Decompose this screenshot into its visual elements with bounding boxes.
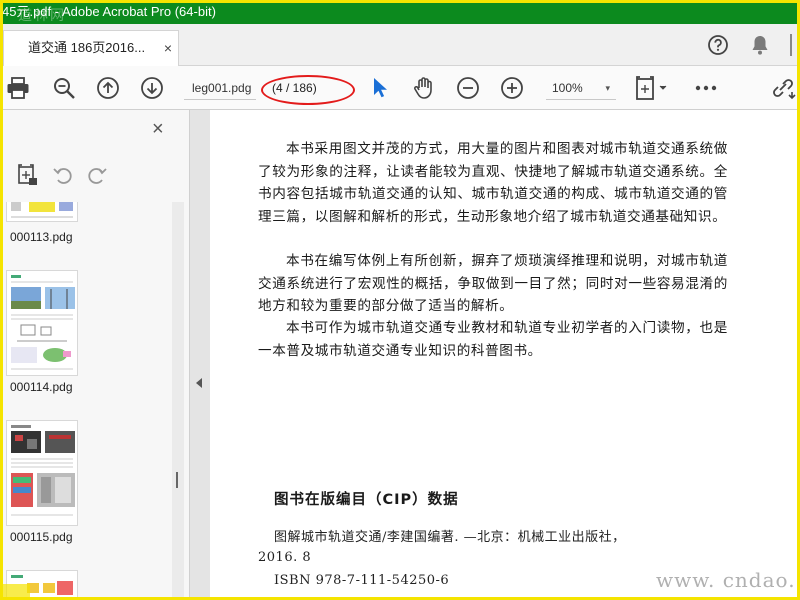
chevron-down-icon: ▾ (605, 83, 610, 93)
close-tab-button[interactable]: × (164, 31, 172, 65)
next-page-icon[interactable] (138, 74, 166, 102)
scroll-grip[interactable] (176, 472, 178, 488)
site-watermark: www. cndao. com (656, 568, 796, 600)
intro-paragraph-3: 本书可作为城市轨道交通专业教材和轨道专业初学者的入门读物，也是一本普及城市轨道交… (258, 320, 728, 359)
close-panel-button[interactable]: × (152, 118, 164, 141)
watermark-text: 道林网 (18, 8, 66, 24)
page-fit-icon[interactable] (634, 74, 670, 102)
file-name-field[interactable]: leg001.pdg (184, 76, 256, 100)
thumbnail-label: 000113.pdg (10, 230, 73, 244)
print-icon[interactable] (4, 74, 32, 102)
thumbnail-toolbar (0, 158, 190, 192)
document-tab-label: 道交通 186页2016... (28, 40, 146, 55)
corner-sticker (0, 584, 30, 600)
zoom-out-search-icon[interactable] (50, 74, 78, 102)
page-thumbnail[interactable] (6, 270, 78, 376)
page-number-field[interactable]: (4 / 186) (264, 76, 342, 100)
zoom-level-value: 100% (552, 81, 583, 95)
zoom-in-icon[interactable] (498, 74, 526, 102)
cip-heading: 图书在版编目（CIP）数据 (274, 492, 459, 508)
rotate-right-icon[interactable] (84, 162, 110, 188)
intro-paragraph-1: 本书采用图文并茂的方式，用大量的图片和图表对城市轨道交通系统做了较为形象的注释，… (258, 141, 728, 225)
window-title-bar: 45元.pdf - Adobe Acrobat Pro (64-bit) 道林网 (0, 0, 800, 24)
previous-page-icon[interactable] (94, 74, 122, 102)
zoom-out-icon[interactable] (454, 74, 482, 102)
collapse-panel-arrow-icon[interactable] (196, 378, 202, 388)
page-thumbnail[interactable] (6, 420, 78, 526)
document-tab[interactable]: 道交通 186页2016... × (3, 30, 179, 66)
page-thumbnail[interactable] (6, 202, 78, 222)
tab-bar: 道交通 186页2016... × (0, 24, 800, 66)
bell-icon[interactable] (748, 33, 772, 57)
thumbnail-list: 000113.pdg 000114.pdg 000115.pdg (0, 202, 172, 600)
hand-tool-icon[interactable] (410, 74, 438, 102)
thumbnail-scrollbar[interactable] (172, 202, 184, 600)
main-toolbar: leg001.pdg (4 / 186) 100% ▾ (0, 66, 800, 110)
page-thumbnails-panel: × 000113.pdg 000114.pdg 000115.pdg (0, 110, 190, 600)
rotate-left-icon[interactable] (50, 162, 76, 188)
cip-citation-line-1: 图解城市轨道交通/李建国编著. —北京：机械工业出版社， (274, 530, 626, 545)
more-options-icon[interactable] (692, 74, 720, 102)
panel-splitter[interactable] (190, 110, 210, 600)
document-page: 本书采用图文并茂的方式，用大量的图片和图表对城市轨道交通系统做了较为形象的注释，… (210, 110, 800, 600)
help-icon[interactable] (706, 33, 730, 57)
cip-citation-line-2: 2016. 8 (258, 550, 312, 565)
insert-page-icon[interactable] (14, 162, 40, 188)
window-edge-divider (784, 33, 798, 57)
thumbnail-label: 000114.pdg (10, 380, 73, 394)
zoom-level-dropdown[interactable]: 100% ▾ (546, 76, 616, 100)
select-cursor-icon[interactable] (366, 74, 394, 102)
thumbnail-label: 000115.pdg (10, 530, 73, 544)
share-link-icon[interactable] (770, 74, 798, 102)
intro-paragraph-2: 本书在编写体例上有所创新，摒弃了烦琐演绎推理和说明，对城市轨道交通系统进行了宏观… (258, 253, 728, 314)
cip-isbn-line: ISBN 978-7-111-54250-6 (274, 573, 450, 588)
